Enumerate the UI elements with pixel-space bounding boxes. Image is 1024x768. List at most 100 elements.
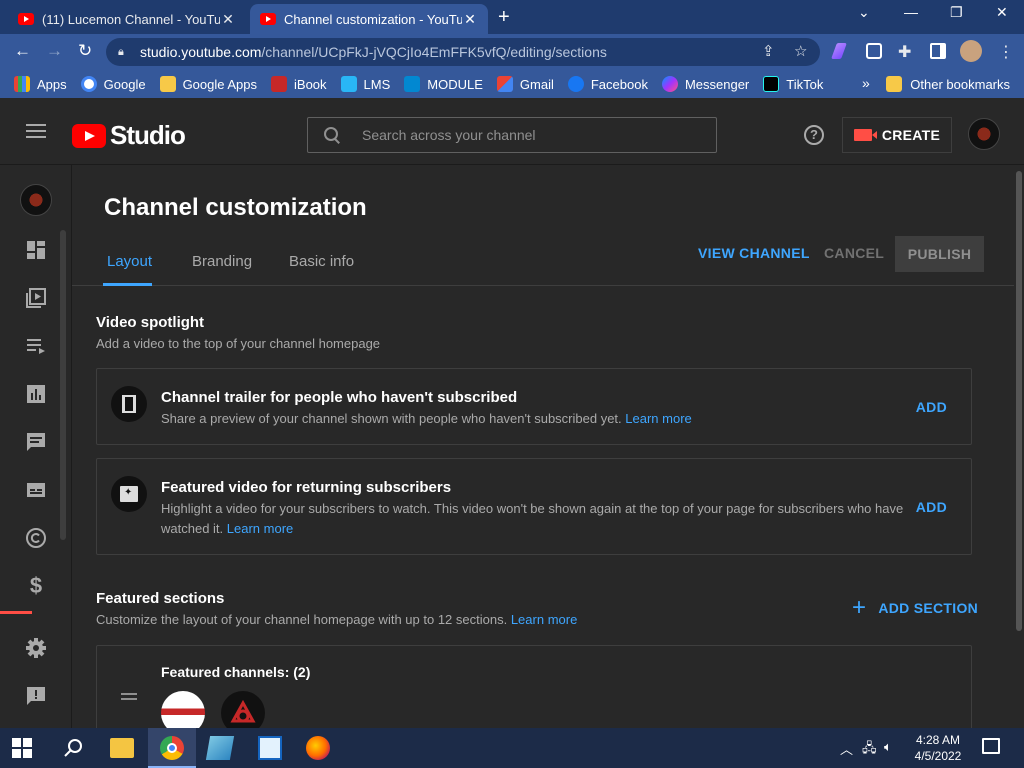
add-section-button[interactable]: + ADD SECTION <box>852 596 978 620</box>
monetization-dollar-icon[interactable]: $ <box>25 573 47 598</box>
share-icon[interactable]: ⇪ <box>762 42 775 60</box>
tab-branding[interactable]: Branding <box>192 253 252 270</box>
show-hidden-icons-chevron-icon[interactable]: ︿ <box>840 739 853 758</box>
volume-icon[interactable]: 🔈︎ <box>884 739 892 755</box>
bookmark-google-apps[interactable]: Google Apps <box>159 76 257 92</box>
restore-icon[interactable]: ❐ <box>950 4 963 21</box>
featured-video-title: Featured video for returning subscribers <box>161 479 452 496</box>
firefox-icon[interactable] <box>306 736 330 760</box>
reload-icon[interactable]: ↻ <box>78 41 92 61</box>
tab-search-chevron-icon[interactable]: ⌄ <box>858 4 870 21</box>
featured-sections-title: Featured sections <box>96 590 225 607</box>
browser-tab-channel-customization[interactable]: Channel customization - YouTube ✕ <box>250 4 488 34</box>
featured-channel-avatar[interactable] <box>161 691 205 728</box>
tab-layout[interactable]: Layout <box>107 253 152 270</box>
page-scrollbar[interactable] <box>1014 165 1024 728</box>
bookmark-google[interactable]: Google <box>80 76 146 92</box>
more-bookmarks-icon[interactable]: » <box>862 75 870 91</box>
chrome-icon[interactable] <box>160 736 184 760</box>
back-icon[interactable]: ← <box>14 41 31 61</box>
learn-more-link[interactable]: Learn more <box>625 411 691 426</box>
side-panel-icon[interactable] <box>930 43 946 59</box>
profile-avatar[interactable] <box>960 40 982 62</box>
rail-scrollbar[interactable] <box>60 230 66 540</box>
screen-capture-extension-icon[interactable] <box>866 43 882 59</box>
create-button[interactable]: CREATE <box>842 117 952 153</box>
view-channel-button[interactable]: VIEW CHANNEL <box>698 245 810 261</box>
other-bookmarks[interactable]: Other bookmarks <box>886 76 1010 92</box>
learn-more-link[interactable]: Learn more <box>511 612 577 627</box>
minimize-icon[interactable]: — <box>904 4 918 20</box>
bookmark-module[interactable]: MODULE <box>404 76 483 92</box>
featured-channels-section-card: Featured channels: (2) <box>96 645 972 728</box>
file-explorer-icon[interactable] <box>110 738 134 758</box>
apps-grid-icon <box>14 76 30 92</box>
extensions-puzzle-icon[interactable]: ✚ <box>898 42 911 62</box>
youtube-favicon-icon <box>260 13 276 25</box>
search-input[interactable]: Search across your channel <box>307 117 717 153</box>
bookmark-facebook[interactable]: Facebook <box>567 76 648 92</box>
close-tab-icon[interactable]: ✕ <box>462 11 478 28</box>
window-close-icon[interactable]: ✕ <box>996 4 1008 21</box>
module-icon <box>404 76 421 92</box>
bookmark-label: iBook <box>294 76 327 92</box>
scrollbar-thumb[interactable] <box>1016 171 1022 631</box>
playlists-icon[interactable] <box>25 335 47 357</box>
subtitles-icon[interactable] <box>25 479 47 501</box>
browser-tab-lucemon-channel[interactable]: (11) Lucemon Channel - YouTube ✕ <box>8 4 246 34</box>
notifications-icon[interactable] <box>982 738 1000 754</box>
bookmarks-bar: Apps Google Google Apps iBook LMS MODULE… <box>0 70 1024 98</box>
account-avatar[interactable] <box>968 118 1000 150</box>
featured-sections-subtitle: Customize the layout of your channel hom… <box>96 612 577 627</box>
feather-extension-icon[interactable] <box>831 43 847 59</box>
clapperboard-sparkle-icon <box>111 476 147 512</box>
network-icon[interactable]: 🖧︎ <box>862 739 877 761</box>
drag-handle-icon[interactable] <box>121 693 137 703</box>
add-trailer-button[interactable]: ADD <box>916 399 947 415</box>
menu-icon[interactable] <box>26 124 46 138</box>
bookmark-label: TikTok <box>786 76 824 92</box>
learn-more-link[interactable]: Learn more <box>227 521 293 536</box>
new-tab-icon[interactable]: + <box>498 6 510 29</box>
windows-taskbar: ︿ 🖧︎ 🔈︎ 4:28 AM 4/5/2022 <box>0 728 1024 768</box>
comments-icon[interactable] <box>25 431 47 453</box>
featured-video-card: Featured video for returning subscribers… <box>96 458 972 555</box>
gmail-icon <box>496 76 513 92</box>
bookmark-star-icon[interactable]: ☆ <box>794 42 807 60</box>
bookmark-ibook[interactable]: iBook <box>271 76 327 92</box>
google-icon <box>80 76 97 92</box>
dashboard-icon[interactable] <box>25 239 47 261</box>
copyright-icon[interactable] <box>25 527 47 549</box>
bookmark-lms[interactable]: LMS <box>340 76 390 92</box>
close-tab-icon[interactable]: ✕ <box>220 11 236 28</box>
channel-avatar[interactable] <box>20 184 52 216</box>
lock-icon: 🔒︎ <box>118 45 124 58</box>
url-bar[interactable]: 🔒︎ studio.youtube.com/channel/UCpFkJ-jVQ… <box>106 38 820 66</box>
featured-channels-title: Featured channels: (2) <box>161 664 311 680</box>
help-icon[interactable]: ? <box>804 125 824 145</box>
bookmark-gmail[interactable]: Gmail <box>496 76 554 92</box>
left-nav-rail: $ <box>0 165 72 728</box>
cancel-button[interactable]: CANCEL <box>824 245 884 261</box>
tab-basic-info[interactable]: Basic info <box>289 253 354 270</box>
search-icon[interactable] <box>62 736 86 760</box>
publish-button[interactable]: PUBLISH <box>895 236 984 272</box>
bookmark-messenger[interactable]: Messenger <box>661 76 749 92</box>
system-clock[interactable]: 4:28 AM 4/5/2022 <box>906 732 970 764</box>
bookmark-apps[interactable]: Apps <box>14 76 67 92</box>
other-bookmarks-label: Other bookmarks <box>910 76 1010 92</box>
featured-channel-avatar[interactable] <box>221 691 265 728</box>
analytics-icon[interactable] <box>25 383 47 405</box>
add-featured-video-button[interactable]: ADD <box>916 499 947 515</box>
content-icon[interactable] <box>25 287 47 309</box>
feedback-icon[interactable] <box>25 685 47 707</box>
forward-icon[interactable]: → <box>46 41 63 61</box>
notepad-icon[interactable] <box>205 736 235 760</box>
active-tab-indicator <box>103 283 152 286</box>
bookmark-tiktok[interactable]: TikTok <box>763 76 823 92</box>
wordpad-icon[interactable] <box>258 736 282 760</box>
settings-gear-icon[interactable] <box>25 637 47 659</box>
browser-menu-icon[interactable]: ⋮ <box>998 42 1014 62</box>
windows-start-icon[interactable] <box>12 738 32 758</box>
studio-logo[interactable]: Studio <box>72 120 186 151</box>
